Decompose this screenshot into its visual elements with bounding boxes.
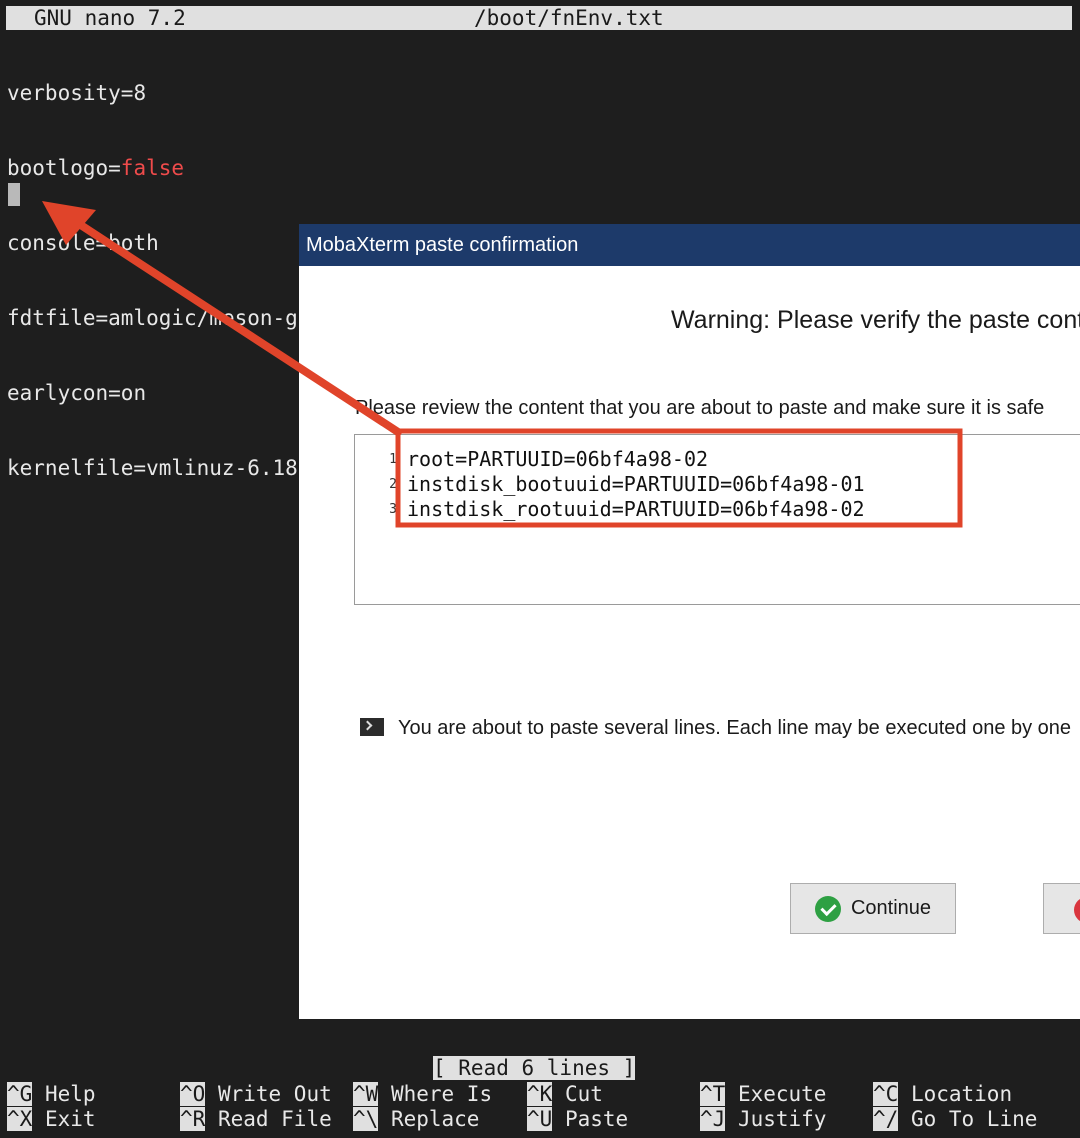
shortcut-go-to-line[interactable]: ^/ Go To Line — [873, 1107, 1037, 1131]
shortcut-read-file[interactable]: ^R Read File — [180, 1107, 332, 1131]
shortcut-exit[interactable]: ^X Exit — [7, 1107, 96, 1131]
shortcut-write-out[interactable]: ^O Write Out — [180, 1082, 332, 1106]
shortcut-replace[interactable]: ^\ Replace — [353, 1107, 479, 1131]
shortcut-cut[interactable]: ^K Cut — [527, 1082, 603, 1106]
paste-content-box[interactable]: 1 root=PARTUUID=06bf4a98-02 2 instdisk_b… — [354, 434, 1080, 605]
nano-titlebar: GNU nano 7.2 /boot/fnEnv.txt — [6, 6, 1072, 30]
paste-line-text: root=PARTUUID=06bf4a98-02 — [407, 447, 709, 471]
paste-line-text: instdisk_bootuuid=PARTUUID=06bf4a98-01 — [407, 472, 865, 496]
shortcut-paste[interactable]: ^U Paste — [527, 1107, 628, 1131]
editor-line: bootlogo=false — [7, 156, 185, 180]
terminal-icon — [360, 718, 384, 736]
shortcut-where-is[interactable]: ^W Where Is — [353, 1082, 492, 1106]
editor-line: verbosity=8 — [7, 81, 147, 105]
dialog-warning: Warning: Please verify the paste content — [671, 306, 1080, 334]
line-number: 1 — [389, 452, 397, 467]
notice-text: You are about to paste several lines. Ea… — [398, 717, 1072, 739]
nano-version: GNU nano 7.2 — [34, 6, 186, 30]
line-number: 3 — [389, 502, 397, 517]
line-number: 2 — [389, 477, 397, 492]
nano-filename: /boot/fnEnv.txt — [474, 6, 664, 30]
cancel-circle-icon — [1074, 897, 1080, 923]
text-cursor — [8, 183, 20, 206]
shortcut-justify[interactable]: ^J Justify — [700, 1107, 826, 1131]
shortcut-help[interactable]: ^G Help — [7, 1082, 96, 1106]
continue-button[interactable]: Continue — [790, 883, 956, 934]
dialog-review-text: Please review the content that you are a… — [355, 397, 1045, 419]
status-message: [ Read 6 lines ] — [433, 1056, 636, 1080]
continue-label: Continue — [850, 897, 932, 919]
shortcut-location[interactable]: ^C Location — [873, 1082, 1012, 1106]
dialog-titlebar[interactable]: MobaXterm paste confirmation — [299, 224, 1080, 266]
multiline-notice: You are about to paste several lines. Ea… — [360, 716, 1071, 740]
paste-line-text: instdisk_rootuuid=PARTUUID=06bf4a98-02 — [407, 497, 865, 521]
check-circle-icon — [814, 895, 841, 922]
cancel-button[interactable] — [1043, 883, 1080, 934]
paste-confirmation-dialog: MobaXterm paste confirmation Warning: Pl… — [299, 224, 1080, 1019]
shortcut-execute[interactable]: ^T Execute — [700, 1082, 826, 1106]
